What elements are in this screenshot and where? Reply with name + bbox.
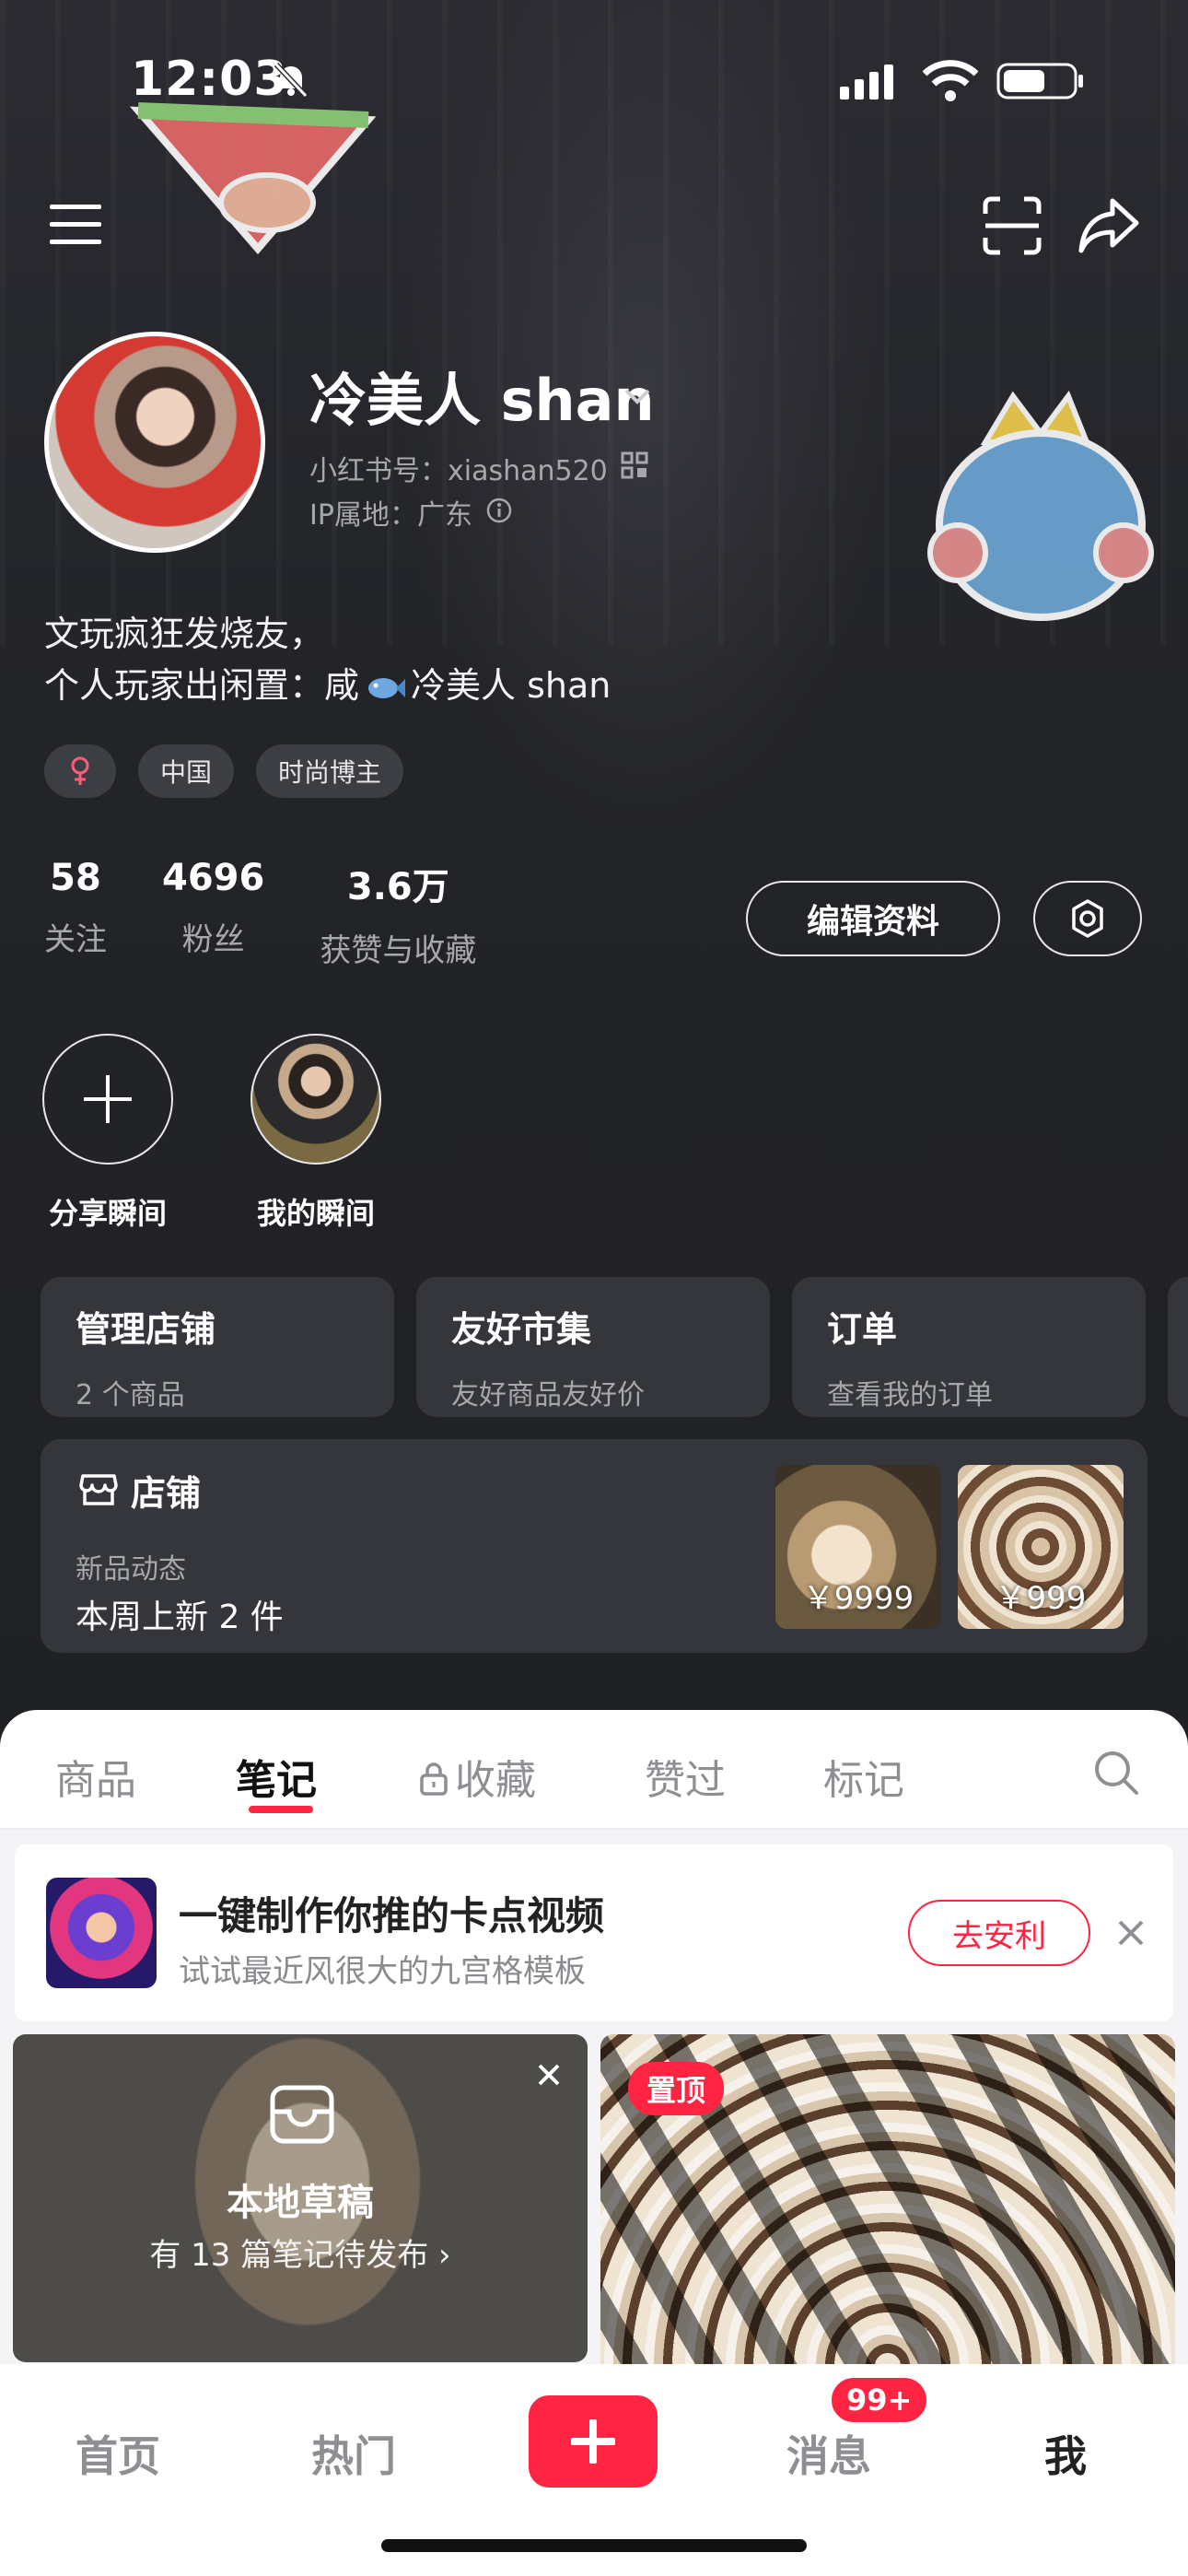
promo-action-button[interactable]: 去安利 — [908, 1900, 1090, 1966]
lock-icon — [420, 1762, 448, 1796]
edit-profile-button[interactable]: 编辑资料 — [746, 881, 1000, 956]
shop-sub: 新品动态 — [76, 1553, 186, 1586]
bio: 文玩疯狂发烧友， 个人玩家出闲置：咸 冷美人 shan — [44, 608, 611, 711]
menu-icon[interactable] — [46, 197, 105, 252]
shop-news: 本周上新 2 件 — [76, 1598, 284, 1636]
share-moment-label: 分享瞬间 — [48, 1196, 167, 1231]
stat-likes-label: 获赞与收藏 — [320, 932, 477, 969]
home-indicator — [381, 2539, 807, 2552]
moments-row: 分享瞬间 我的瞬间 — [41, 1034, 383, 1233]
scan-icon[interactable] — [980, 193, 1044, 258]
stat-likes-count: 3.6万 — [346, 866, 449, 908]
bio-line-2: 个人玩家出闲置：咸 冷美人 shan — [44, 660, 611, 711]
info-icon[interactable] — [486, 498, 512, 523]
shop-product-price-1: ￥9999 — [802, 1580, 914, 1617]
card-manage-shop-sub: 2 个商品 — [76, 1379, 185, 1411]
share-moment[interactable]: 分享瞬间 — [41, 1034, 175, 1233]
tab-collections[interactable]: 收藏 — [418, 1747, 536, 1806]
qr-code-icon[interactable] — [621, 451, 648, 479]
profile-header-background: 12:03 冷美人 shan 小红书号：xiashan520 IP属地：广东 文… — [0, 0, 1188, 1751]
stat-likes[interactable]: 3.6万 获赞与收藏 — [320, 857, 476, 970]
messages-badge: 99+ — [829, 2375, 930, 2425]
my-moment-photo[interactable] — [250, 1034, 381, 1165]
redbook-id: 小红书号：xiashan520 — [309, 455, 608, 487]
tab-marked[interactable]: 标记 — [823, 1747, 904, 1806]
status-time: 12:03 — [131, 52, 288, 107]
pinned-badge: 置顶 — [628, 2062, 725, 2115]
shop-product-thumb-1[interactable]: ￥9999 — [775, 1465, 941, 1629]
card-friendly-market-title: 友好市集 — [451, 1309, 592, 1350]
drafts-subtitle: 有 13 篇笔记待发布 › — [149, 2237, 451, 2274]
promo-subtitle: 试试最近风很大的九宫格模板 — [179, 1953, 586, 1990]
drafts-close-icon[interactable] — [532, 2058, 565, 2091]
ip-location: IP属地：广东 — [309, 499, 472, 532]
stat-followers-count: 4696 — [162, 857, 265, 899]
promo-title: 一键制作你推的卡点视频 — [179, 1893, 605, 1938]
bell-off-icon — [274, 62, 309, 99]
tab-products[interactable]: 商品 — [55, 1747, 136, 1806]
stat-followers[interactable]: 4696 粉丝 — [162, 857, 264, 970]
share-icon[interactable] — [1076, 192, 1142, 258]
close-icon[interactable] — [1112, 1914, 1149, 1951]
female-icon — [71, 756, 89, 785]
stat-followers-label: 粉丝 — [181, 921, 245, 958]
active-tab-indicator — [249, 1806, 313, 1813]
stat-following-label: 关注 — [44, 921, 107, 958]
nav-hot[interactable]: 热门 — [311, 2423, 396, 2484]
card-orders-sub: 查看我的订单 — [827, 1379, 993, 1411]
cat-sticker-icon — [927, 390, 1154, 621]
bio-line-1: 文玩疯狂发烧友， — [44, 614, 325, 654]
shortcut-cards: 管理店铺 2 个商品 友好市集 友好商品友好价 订单 查看我的订单 — [41, 1277, 1146, 1417]
tab-notes[interactable]: 笔记 — [236, 1747, 317, 1806]
promo-banner[interactable]: 一键制作你推的卡点视频 试试最近风很大的九宫格模板 去安利 — [15, 1844, 1173, 2021]
my-moment[interactable]: 我的瞬间 — [249, 1034, 383, 1233]
tab-liked[interactable]: 赞过 — [645, 1747, 726, 1806]
nav-messages[interactable]: 消息 — [786, 2423, 871, 2484]
card-orders-title: 订单 — [827, 1309, 898, 1350]
plus-icon — [84, 1075, 132, 1123]
shop-icon — [79, 1474, 118, 1505]
bio-line-2-prefix: 个人玩家出闲置：咸 — [44, 665, 360, 706]
shop-title: 店铺 — [131, 1473, 202, 1514]
card-manage-shop-title: 管理店铺 — [76, 1309, 216, 1350]
shop-card[interactable]: 店铺 新品动态 本周上新 2 件 ￥9999 ￥999 — [41, 1439, 1147, 1653]
shop-product-thumb-2[interactable]: ￥999 — [958, 1465, 1124, 1629]
my-moment-label: 我的瞬间 — [256, 1196, 375, 1231]
card-manage-shop[interactable]: 管理店铺 2 个商品 — [41, 1277, 394, 1417]
gear-icon — [1072, 899, 1103, 938]
search-icon[interactable] — [1092, 1749, 1140, 1797]
chevron-down-icon[interactable] — [619, 378, 656, 415]
wifi-icon — [923, 60, 978, 101]
drafts-title: 本地草稿 — [227, 2182, 374, 2224]
share-moment-circle[interactable] — [42, 1034, 173, 1165]
fish-icon — [368, 677, 406, 698]
add-post-button[interactable] — [529, 2395, 658, 2488]
profile-stats: 58 关注 4696 粉丝 3.6万 获赞与收藏 — [44, 857, 476, 970]
inbox-icon — [270, 2085, 334, 2144]
plus-icon — [571, 2419, 615, 2464]
profile-tags: 中国 时尚博主 — [44, 744, 404, 798]
card-next-peek[interactable] — [1168, 1277, 1188, 1417]
shop-product-price-2: ￥999 — [995, 1580, 1087, 1617]
gender-tag — [44, 744, 116, 798]
bio-line-2-suffix: 冷美人 shan — [411, 665, 611, 706]
stat-following-count: 58 — [50, 857, 101, 899]
card-friendly-market-sub: 友好商品友好价 — [451, 1379, 645, 1411]
battery-icon — [996, 63, 1083, 100]
nav-home[interactable]: 首页 — [76, 2423, 160, 2484]
local-drafts-card[interactable]: 本地草稿 有 13 篇笔记待发布 › — [13, 2034, 588, 2362]
tab-collections-label: 收藏 — [455, 1757, 536, 1804]
username: 冷美人 shan — [309, 367, 655, 434]
settings-button[interactable] — [1033, 881, 1142, 956]
content-tabs: 商品 笔记 收藏 赞过 标记 — [0, 1710, 1188, 1830]
avatar[interactable] — [44, 332, 265, 553]
region-tag: 中国 — [138, 744, 235, 798]
nav-me[interactable]: 我 — [1044, 2423, 1087, 2484]
promo-thumbnail — [46, 1878, 157, 1988]
stat-following[interactable]: 58 关注 — [44, 857, 107, 970]
card-orders[interactable]: 订单 查看我的订单 — [792, 1277, 1146, 1417]
card-friendly-market[interactable]: 友好市集 友好商品友好价 — [416, 1277, 770, 1417]
cellular-signal-icon — [840, 64, 893, 100]
identity-tag: 时尚博主 — [256, 744, 404, 798]
